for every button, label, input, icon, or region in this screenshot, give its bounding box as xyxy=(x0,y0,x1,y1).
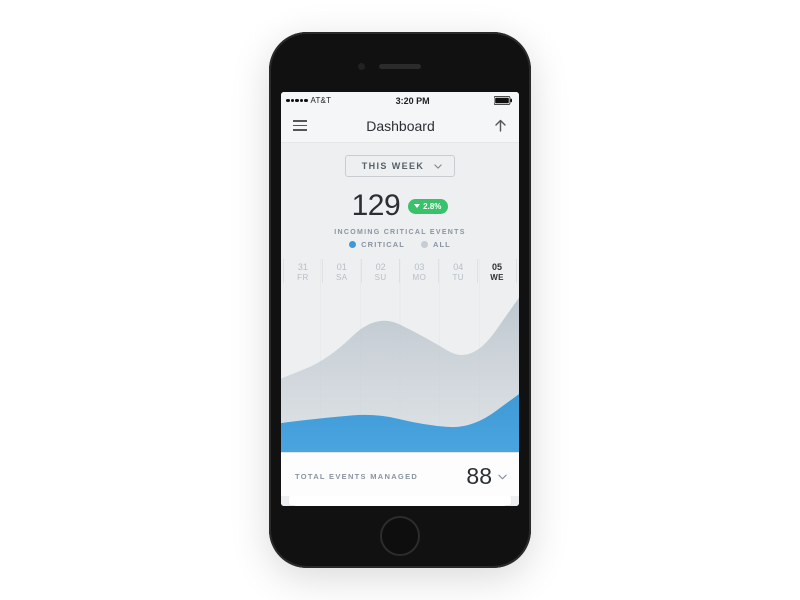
legend-swatch-all xyxy=(421,241,428,248)
app-header: Dashboard xyxy=(281,109,519,143)
device-frame: AT&T 3:20 PM Dashboard xyxy=(269,32,531,568)
x-axis-tick[interactable]: 31FR xyxy=(283,259,322,283)
metric-value: 129 xyxy=(352,189,401,223)
legend-item-all[interactable]: ALL xyxy=(421,240,451,249)
footer-label: TOTAL EVENTS MANAGED xyxy=(295,472,418,481)
menu-icon[interactable] xyxy=(293,120,307,131)
chevron-down-icon xyxy=(434,164,442,169)
footer-value: 88 xyxy=(466,463,492,490)
upload-icon[interactable] xyxy=(494,119,507,133)
x-axis-tick[interactable]: 02SU xyxy=(361,259,400,283)
legend-item-critical[interactable]: CRITICAL xyxy=(349,240,405,249)
carrier-label: AT&T xyxy=(311,96,332,105)
x-axis-tick[interactable]: 04TU xyxy=(438,259,477,283)
metric-row: 129 2.8% xyxy=(281,189,519,223)
device-camera xyxy=(358,63,365,70)
x-axis-tick[interactable]: 03MO xyxy=(399,259,438,283)
delta-badge: 2.8% xyxy=(408,199,448,214)
screen: AT&T 3:20 PM Dashboard xyxy=(281,92,519,506)
chart-svg xyxy=(281,259,519,452)
date-range-selector[interactable]: THIS WEEK xyxy=(345,155,456,177)
home-button[interactable] xyxy=(380,516,420,556)
status-bar: AT&T 3:20 PM xyxy=(281,92,519,109)
footer-card[interactable]: TOTAL EVENTS MANAGED 88 xyxy=(281,452,519,496)
device-speaker xyxy=(379,64,421,69)
page-title: Dashboard xyxy=(366,118,435,134)
delta-value: 2.8% xyxy=(423,202,441,211)
status-clock: 3:20 PM xyxy=(396,96,430,106)
chart-subtitle: INCOMING CRITICAL EVENTS xyxy=(281,229,519,236)
battery-icon xyxy=(494,96,514,105)
x-axis-tick[interactable]: 01SA xyxy=(322,259,361,283)
content-area: THIS WEEK 129 2.8% INCOMING CRITICAL EVE… xyxy=(281,143,519,506)
x-axis-tick[interactable]: 05WE xyxy=(477,259,517,283)
legend-label-critical: CRITICAL xyxy=(361,240,405,249)
legend-label-all: ALL xyxy=(433,240,451,249)
legend-swatch-critical xyxy=(349,241,356,248)
signal-dots-icon xyxy=(286,99,308,103)
x-axis-labels: 31FR01SA02SU03MO04TU05WE xyxy=(281,259,519,283)
chart[interactable]: 31FR01SA02SU03MO04TU05WE xyxy=(281,259,519,452)
date-range-label: THIS WEEK xyxy=(362,161,425,171)
triangle-down-icon xyxy=(414,204,420,208)
chevron-down-icon xyxy=(498,474,507,480)
legend: CRITICAL ALL xyxy=(281,240,519,259)
card-stack xyxy=(289,496,511,506)
